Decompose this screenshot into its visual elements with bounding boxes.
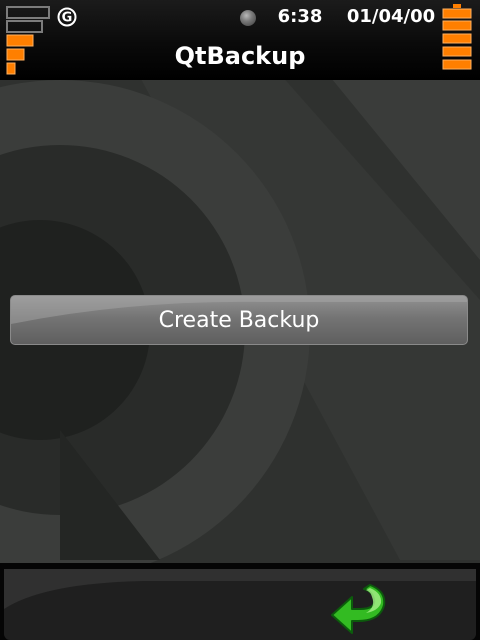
page-title: QtBackup [174,42,306,70]
status-dot-icon [240,10,256,26]
date: 01/04/00 [346,6,436,27]
back-arrow-icon[interactable] [330,581,388,635]
network-type-label: G [62,11,73,26]
bottom-toolbar-panel [4,569,476,640]
clock: 6:38 [277,6,323,27]
battery-icon [442,4,472,70]
status-and-title-bar: G 6:38 01/04/00 QtBackup [0,0,480,80]
create-backup-button[interactable]: Create Backup [10,295,468,345]
bottom-toolbar [0,563,480,640]
network-type-icon: G [57,7,77,27]
signal-strength-icon [6,6,50,75]
app-screen: G 6:38 01/04/00 QtBackup Create Backup [0,0,480,640]
create-backup-label: Create Backup [158,308,320,333]
